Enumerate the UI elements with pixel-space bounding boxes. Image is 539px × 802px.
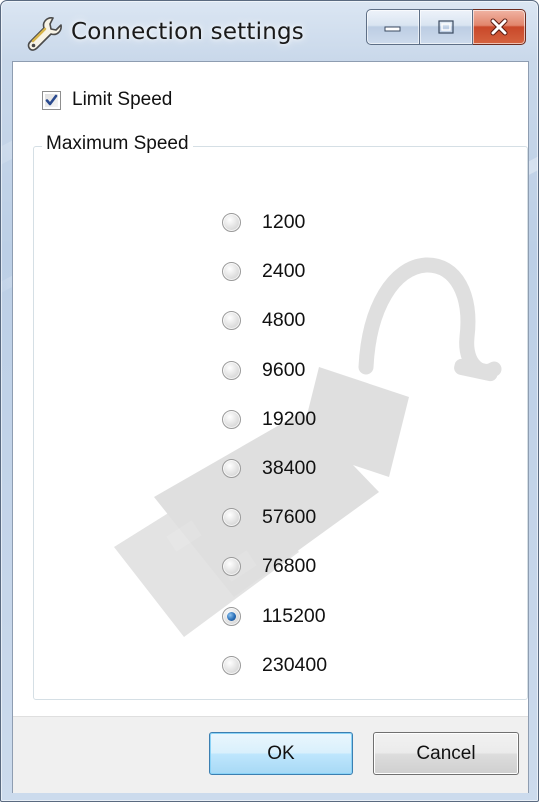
minimize-icon (384, 26, 401, 32)
speed-radio-button[interactable] (222, 606, 241, 626)
speed-option-label: 57600 (262, 506, 317, 529)
speed-radio-button[interactable] (222, 213, 241, 233)
speed-option-label: 19200 (262, 407, 317, 430)
limit-speed-checkbox[interactable] (42, 90, 61, 110)
speed-radio-button[interactable] (222, 557, 241, 577)
close-button[interactable] (473, 9, 526, 45)
title-bar[interactable]: Connection settings (1, 1, 538, 61)
speed-option-38400[interactable]: 38400 (222, 444, 327, 493)
speed-option-115200[interactable]: 115200 (222, 592, 327, 641)
speed-radio-list: 1200 2400 4800 9600 19200 38400 57600 76800 1152… (222, 198, 327, 690)
speed-option-4800[interactable]: 4800 (222, 296, 327, 345)
speed-option-label: 115200 (262, 604, 326, 627)
maximize-button[interactable] (420, 9, 473, 45)
dialog-footer: OK Cancel (13, 716, 528, 793)
caption-buttons (366, 9, 526, 45)
dialog-body: Limit Speed Maximum Speed 1200 2400 4800… (12, 61, 529, 793)
close-icon (490, 18, 508, 36)
speed-option-2400[interactable]: 2400 (222, 247, 327, 296)
speed-radio-button[interactable] (222, 655, 241, 675)
window-title: Connection settings (71, 19, 304, 45)
limit-speed-checkbox-row[interactable]: Limit Speed (42, 89, 172, 111)
speed-option-230400[interactable]: 230400 (222, 641, 327, 690)
speed-option-label: 38400 (262, 457, 317, 480)
speed-radio-button[interactable] (222, 409, 241, 429)
maximum-speed-legend: Maximum Speed (42, 133, 193, 155)
speed-option-19200[interactable]: 19200 (222, 395, 327, 444)
speed-option-label: 1200 (262, 211, 306, 234)
wrench-icon (27, 17, 62, 51)
limit-speed-label: Limit Speed (72, 89, 173, 110)
speed-option-label: 230400 (262, 653, 328, 676)
speed-option-57600[interactable]: 57600 (222, 493, 327, 542)
maximum-speed-group: Maximum Speed 1200 2400 4800 9600 19200 38400… (33, 133, 528, 700)
speed-radio-button[interactable] (222, 311, 241, 331)
speed-option-label: 76800 (262, 555, 317, 578)
speed-option-label: 9600 (262, 358, 306, 381)
speed-radio-button[interactable] (222, 360, 241, 380)
speed-radio-button[interactable] (222, 459, 241, 479)
speed-option-76800[interactable]: 76800 (222, 542, 327, 591)
speed-option-9600[interactable]: 9600 (222, 346, 327, 395)
maximize-icon (438, 20, 454, 34)
minimize-button[interactable] (366, 9, 420, 45)
speed-option-label: 2400 (262, 260, 306, 283)
cancel-button[interactable]: Cancel (373, 732, 519, 775)
speed-radio-button[interactable] (222, 262, 241, 282)
speed-radio-button[interactable] (222, 508, 241, 528)
connection-settings-window: Connection settings Limit Speed Maximum … (0, 0, 539, 802)
speed-option-1200[interactable]: 1200 (222, 198, 327, 247)
speed-option-label: 4800 (262, 309, 306, 332)
checkmark-icon (45, 94, 58, 105)
ok-button[interactable]: OK (209, 732, 353, 775)
